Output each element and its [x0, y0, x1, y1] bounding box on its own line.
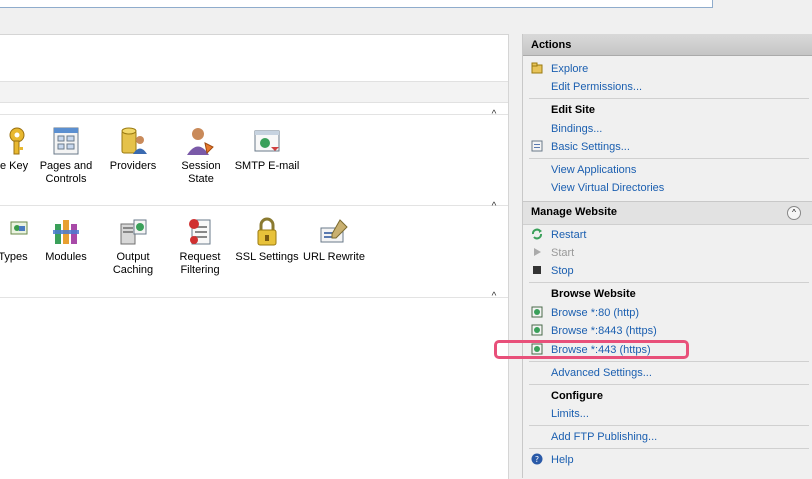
- section-divider: [529, 425, 809, 426]
- section-divider: [529, 448, 809, 449]
- request-filtering-icon: [189, 219, 211, 245]
- explore-icon: [531, 62, 543, 74]
- feature-label: Providers: [109, 160, 157, 172]
- restart-icon: [532, 228, 542, 240]
- edit-permissions-link[interactable]: Edit Permissions...: [551, 80, 642, 94]
- limits-link[interactable]: Limits...: [551, 407, 589, 421]
- url-rewrite-icon: [320, 219, 348, 243]
- actions-header: Actions: [523, 34, 812, 56]
- view-virtual-directories-link[interactable]: View Virtual Directories: [551, 181, 664, 195]
- section-divider: [529, 361, 809, 362]
- feature-url-rewrite[interactable]: URL Rewrite: [301, 216, 367, 264]
- output-caching-icon: [120, 219, 147, 245]
- browse-8443-link[interactable]: Browse *:8443 (https): [551, 324, 657, 338]
- section-divider: [529, 98, 809, 99]
- feature-output-caching[interactable]: Output Caching: [100, 216, 166, 277]
- group-collapse-button[interactable]: ^: [487, 201, 501, 213]
- basic-settings-icon: [531, 140, 543, 152]
- browse-icon: [531, 306, 543, 318]
- group-divider: [0, 205, 508, 206]
- feature-modules[interactable]: Modules: [33, 216, 99, 264]
- actions-pane: Actions Explore Edit Permissions... Edit…: [522, 34, 812, 478]
- features-view: ^ ne Key Pages and Controls Providers: [0, 34, 509, 479]
- highlight-annotation: [494, 340, 689, 359]
- start-icon: [534, 248, 541, 256]
- add-ftp-publishing-link[interactable]: Add FTP Publishing...: [551, 430, 657, 444]
- mime-types-icon: [10, 221, 28, 235]
- manage-website-header[interactable]: Manage Website ^: [523, 201, 812, 225]
- start-link[interactable]: Start: [551, 246, 574, 260]
- stop-icon: [533, 266, 541, 274]
- feature-ssl-settings[interactable]: SSL Settings: [234, 216, 300, 264]
- feature-request-filtering[interactable]: Request Filtering: [167, 216, 233, 277]
- help-link[interactable]: Help: [551, 453, 574, 467]
- pages-controls-icon: [53, 127, 79, 155]
- feature-label: URL Rewrite: [303, 251, 365, 263]
- machine-key-icon: [9, 127, 25, 155]
- session-state-icon: [187, 128, 214, 155]
- group-collapse-button[interactable]: ^: [487, 291, 501, 303]
- feature-label: Request Filtering: [179, 251, 221, 276]
- browse-icon: [531, 324, 543, 336]
- configure-heading: Configure: [551, 390, 603, 402]
- edit-site-heading: Edit Site: [551, 104, 596, 116]
- feature-label: Pages and Controls: [39, 160, 93, 185]
- feature-label: SMTP E-mail: [234, 160, 300, 172]
- manage-website-title: Manage Website: [531, 206, 617, 218]
- address-bar[interactable]: [0, 0, 713, 8]
- stop-link[interactable]: Stop: [551, 264, 574, 278]
- collapse-manage-website-button[interactable]: ^: [787, 206, 801, 220]
- feature-pages-and-controls[interactable]: Pages and Controls: [33, 125, 99, 186]
- advanced-settings-link[interactable]: Advanced Settings...: [551, 366, 652, 380]
- features-filter-bar: [0, 81, 508, 103]
- feature-providers[interactable]: Providers: [100, 125, 166, 173]
- feature-label: Modules: [45, 251, 87, 263]
- svg-text:?: ?: [535, 455, 539, 464]
- group-divider: [0, 297, 508, 298]
- feature-label: Output Caching: [112, 251, 154, 276]
- restart-link[interactable]: Restart: [551, 228, 586, 242]
- ssl-settings-icon: [257, 217, 277, 246]
- feature-label: Session State: [181, 160, 221, 185]
- browse-website-heading: Browse Website: [551, 288, 636, 300]
- feature-session-state[interactable]: Session State: [168, 125, 234, 186]
- view-applications-link[interactable]: View Applications: [551, 163, 636, 177]
- bindings-link[interactable]: Bindings...: [551, 122, 602, 136]
- section-divider: [529, 384, 809, 385]
- smtp-email-icon: [254, 130, 280, 152]
- providers-icon: [121, 127, 147, 154]
- address-bar-area: [0, 0, 812, 34]
- section-divider: [529, 158, 809, 159]
- feature-smtp-email[interactable]: SMTP E-mail: [234, 125, 300, 173]
- modules-icon: [53, 220, 79, 244]
- basic-settings-link[interactable]: Basic Settings...: [551, 140, 630, 154]
- explore-link[interactable]: Explore: [551, 62, 588, 76]
- feature-label: SSL Settings: [235, 251, 299, 263]
- group-collapse-button[interactable]: ^: [487, 109, 501, 121]
- section-divider: [529, 282, 809, 283]
- group-divider: [0, 114, 508, 115]
- browse-80-link[interactable]: Browse *:80 (http): [551, 306, 639, 320]
- help-icon: ?: [531, 453, 543, 465]
